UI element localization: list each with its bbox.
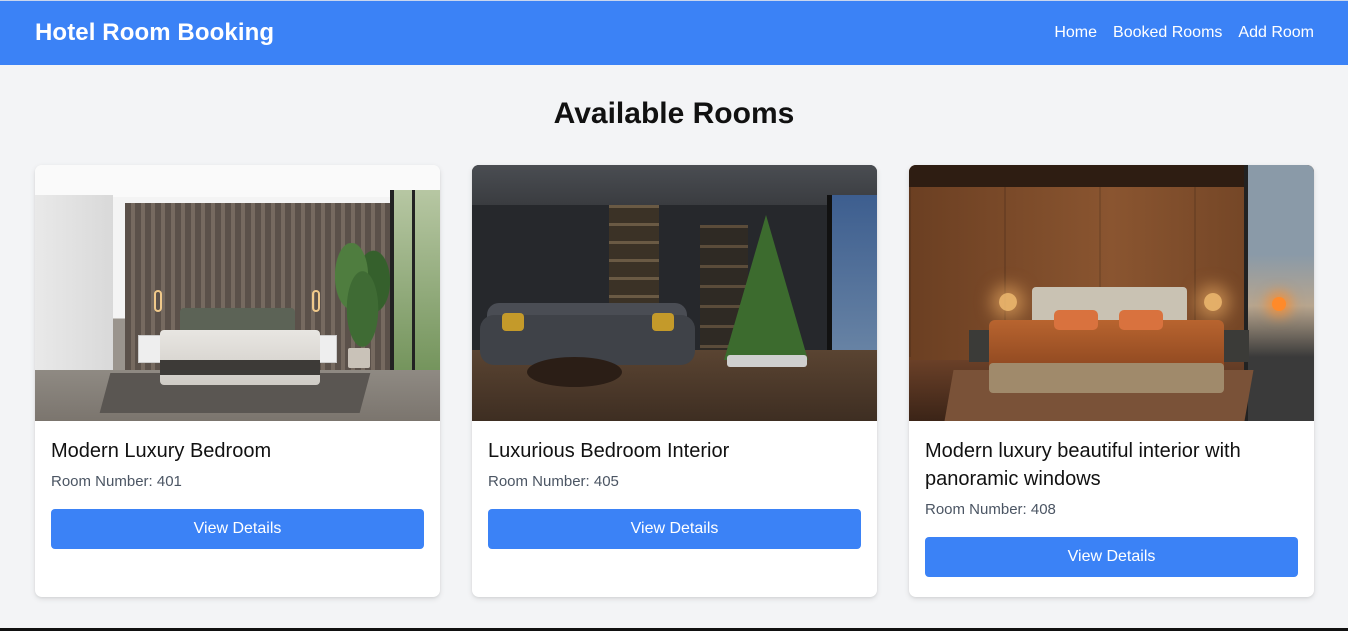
room-card-body: Modern Luxury Bedroom Room Number: 401 V… xyxy=(35,421,440,549)
room-title: Modern Luxury Bedroom xyxy=(51,440,272,462)
view-details-button[interactable]: View Details xyxy=(51,509,424,549)
view-details-button[interactable]: View Details xyxy=(488,509,861,549)
nav-home-link[interactable]: Home xyxy=(1054,24,1097,42)
room-number: Room Number: 405 xyxy=(488,473,619,490)
view-details-button[interactable]: View Details xyxy=(925,537,1298,577)
room-card-body: Luxurious Bedroom Interior Room Number: … xyxy=(472,421,877,549)
nav-add-room-link[interactable]: Add Room xyxy=(1238,24,1314,42)
room-number: Room Number: 408 xyxy=(925,501,1056,518)
room-card-body: Modern luxury beautiful interior with pa… xyxy=(909,421,1314,577)
page-title: Available Rooms xyxy=(553,97,795,130)
room-photo[interactable] xyxy=(35,165,440,421)
room-photo[interactable] xyxy=(909,165,1314,421)
room-card: Modern Luxury Bedroom Room Number: 401 V… xyxy=(35,165,440,597)
room-card: Luxurious Bedroom Interior Room Number: … xyxy=(472,165,877,597)
room-card: Modern luxury beautiful interior with pa… xyxy=(909,165,1314,597)
main-nav: Home Booked Rooms Add Room xyxy=(1054,24,1314,42)
room-number: Room Number: 401 xyxy=(51,473,182,490)
room-photo[interactable] xyxy=(472,165,877,421)
brand-title[interactable]: Hotel Room Booking xyxy=(35,19,274,47)
navbar: Hotel Room Booking Home Booked Rooms Add… xyxy=(0,1,1348,65)
room-title: Luxurious Bedroom Interior xyxy=(488,440,730,462)
nav-booked-rooms-link[interactable]: Booked Rooms xyxy=(1113,24,1222,42)
room-title: Modern luxury beautiful interior with pa… xyxy=(925,440,1241,490)
